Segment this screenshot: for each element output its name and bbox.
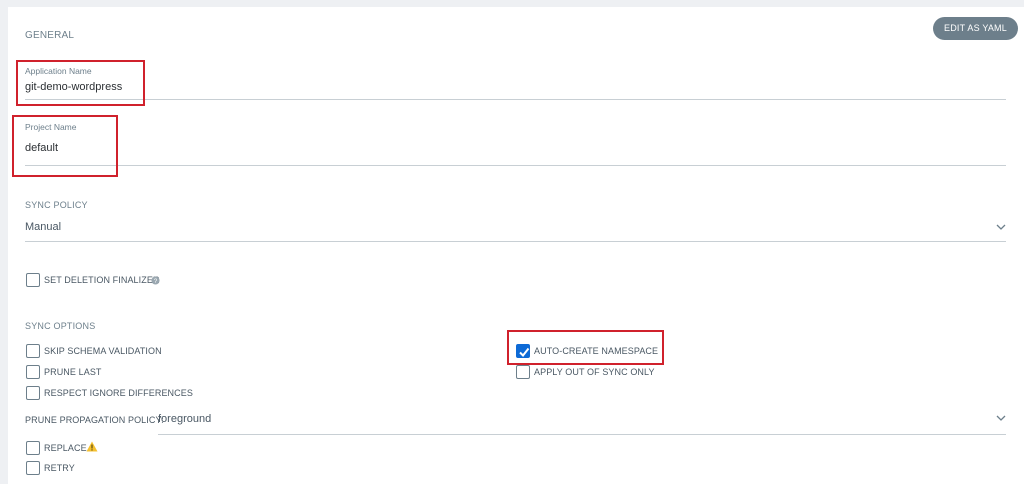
replace-label: REPLACE (44, 443, 87, 453)
sync-policy-select[interactable]: Manual (25, 221, 61, 233)
svg-text:?: ? (154, 278, 158, 285)
sync-policy-label: SYNC POLICY (25, 200, 88, 210)
highlight-box (12, 115, 118, 177)
skip-schema-validation-checkbox[interactable] (26, 344, 40, 358)
prune-propagation-policy-label: PRUNE PROPAGATION POLICY: (25, 415, 164, 425)
sync-options-title: SYNC OPTIONS (25, 321, 96, 331)
skip-schema-validation-label: SKIP SCHEMA VALIDATION (44, 346, 162, 356)
prune-policy-underline (158, 434, 1006, 435)
replace-checkbox[interactable] (26, 441, 40, 455)
warning-icon (86, 441, 98, 452)
retry-checkbox[interactable] (26, 461, 40, 475)
prune-last-label: PRUNE LAST (44, 367, 102, 377)
respect-ignore-differences-label: RESPECT IGNORE DIFFERENCES (44, 388, 193, 398)
set-deletion-finalizer-label: SET DELETION FINALIZER (44, 275, 160, 285)
chevron-down-icon[interactable] (996, 414, 1006, 422)
project-name-field[interactable]: Project Name default (25, 115, 1006, 167)
highlight-box (16, 60, 145, 106)
project-name-underline (25, 165, 1006, 166)
prune-last-checkbox[interactable] (26, 365, 40, 379)
help-icon[interactable]: ? (151, 276, 160, 285)
prune-propagation-policy-select[interactable]: foreground (158, 413, 211, 425)
chevron-down-icon[interactable] (996, 223, 1006, 231)
application-name-underline (25, 99, 1006, 100)
apply-out-of-sync-only-label: APPLY OUT OF SYNC ONLY (534, 367, 655, 377)
sync-policy-underline (25, 241, 1006, 242)
application-name-field[interactable]: Application Name git-demo-wordpress (25, 60, 1006, 102)
set-deletion-finalizer-checkbox[interactable] (26, 273, 40, 287)
retry-label: RETRY (44, 463, 75, 473)
apply-out-of-sync-only-checkbox[interactable] (516, 365, 530, 379)
respect-ignore-differences-checkbox[interactable] (26, 386, 40, 400)
general-section-title: GENERAL (25, 30, 75, 41)
highlight-box (507, 330, 664, 365)
edit-as-yaml-button[interactable]: EDIT AS YAML (933, 17, 1018, 40)
